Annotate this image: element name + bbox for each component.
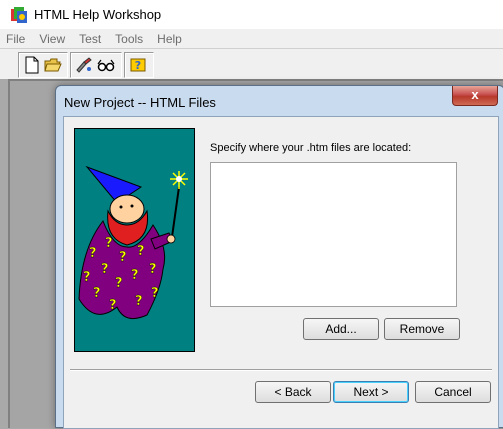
svg-text:?: ? (83, 270, 91, 285)
open-icon[interactable] (44, 56, 62, 74)
add-button[interactable]: Add... (303, 318, 379, 340)
menu-file[interactable]: File (0, 32, 32, 46)
svg-text:?: ? (131, 268, 139, 283)
app-titlebar: HTML Help Workshop (0, 0, 503, 29)
view-icon[interactable] (97, 56, 115, 74)
svg-text:?: ? (89, 246, 97, 261)
toolbar: ? (0, 48, 503, 79)
svg-text:?: ? (149, 262, 157, 277)
toolbar-group-compile (70, 52, 122, 78)
svg-text:?: ? (137, 244, 145, 259)
dialog-client: ? ? ? ? ? ? ? ? ? ? ? ? ? Specify where … (63, 116, 499, 429)
file-list[interactable] (210, 162, 457, 307)
menu-help[interactable]: Help (150, 32, 189, 46)
wizard-illustration: ? ? ? ? ? ? ? ? ? ? ? ? ? (74, 128, 195, 352)
menu-tools[interactable]: Tools (108, 32, 150, 46)
help-icon[interactable]: ? (129, 56, 147, 74)
new-icon[interactable] (23, 56, 41, 74)
help-workshop-icon (11, 6, 27, 23)
close-icon: x (471, 87, 479, 102)
svg-text:?: ? (135, 294, 143, 309)
svg-text:?: ? (93, 286, 101, 301)
svg-text:?: ? (105, 236, 113, 251)
new-project-dialog: New Project -- HTML Files x ? ? ? ? ? ? … (55, 85, 503, 429)
remove-button[interactable]: Remove (384, 318, 460, 340)
files-prompt-label: Specify where your .htm files are locate… (210, 142, 412, 154)
app-title: HTML Help Workshop (34, 7, 162, 22)
svg-text:?: ? (115, 276, 123, 291)
compile-icon[interactable] (75, 56, 93, 74)
toolbar-group-help: ? (124, 52, 154, 78)
svg-text:?: ? (135, 59, 141, 72)
svg-text:?: ? (151, 286, 159, 301)
back-button[interactable]: < Back (255, 381, 331, 403)
next-button[interactable]: Next > (333, 381, 409, 403)
svg-text:?: ? (101, 262, 109, 277)
dialog-title: New Project -- HTML Files (64, 95, 216, 110)
svg-text:?: ? (119, 250, 127, 265)
svg-text:?: ? (109, 298, 117, 313)
toolbar-group-file (18, 52, 68, 78)
menu-view[interactable]: View (32, 32, 72, 46)
menubar: File View Test Tools Help (0, 29, 503, 48)
close-button[interactable]: x (452, 86, 498, 106)
dialog-separator (70, 369, 492, 371)
cancel-button[interactable]: Cancel (415, 381, 491, 403)
menu-test[interactable]: Test (72, 32, 108, 46)
